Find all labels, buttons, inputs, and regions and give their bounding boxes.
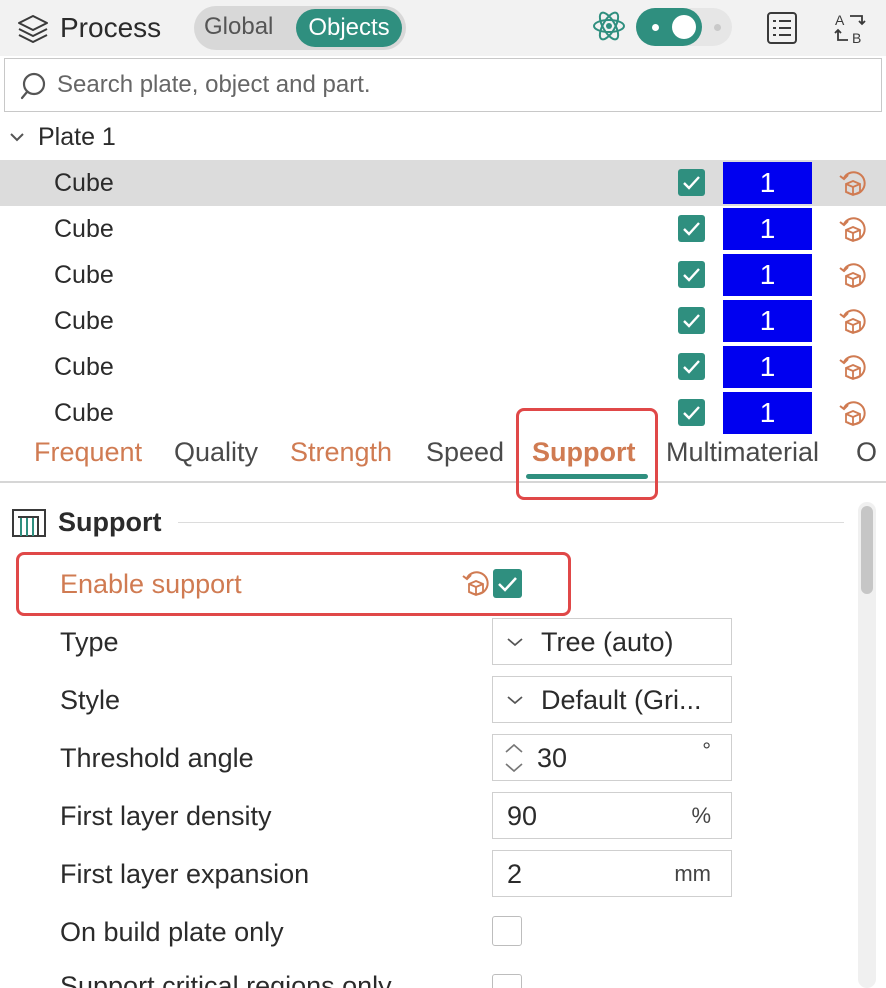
threshold-angle-label: Threshold angle <box>60 743 254 773</box>
plate-tree-item[interactable]: Plate 1 <box>0 116 886 158</box>
support-critical-regions-only-label: Support critical regions only <box>60 971 392 988</box>
object-name: Cube <box>54 169 114 197</box>
on-build-plate-only-checkbox[interactable] <box>492 916 522 946</box>
extruder-badge[interactable]: 1 <box>723 346 812 388</box>
atom-icon[interactable] <box>591 8 627 44</box>
object-row[interactable]: Cube 1 <box>0 252 886 298</box>
tab-frequent[interactable]: Frequent <box>34 434 142 470</box>
extruder-badge[interactable]: 1 <box>723 208 812 250</box>
first-layer-expansion-label: First layer expansion <box>60 859 310 889</box>
object-name: Cube <box>54 261 114 289</box>
object-name: Cube <box>54 353 114 381</box>
first-layer-density-value[interactable]: 90 <box>507 798 537 834</box>
type-label: Type <box>60 627 119 657</box>
check-icon <box>683 360 700 374</box>
object-name: Cube <box>54 399 114 427</box>
section-divider <box>178 522 844 523</box>
object-name: Cube <box>54 215 114 243</box>
object-visible-checkbox[interactable] <box>678 399 705 426</box>
plate-label: Plate 1 <box>38 123 116 151</box>
tab-others[interactable]: O <box>856 434 877 470</box>
extruder-badge[interactable]: 1 <box>723 254 812 296</box>
tab-quality[interactable]: Quality <box>174 434 258 470</box>
scope-segmented-control: Global Objects <box>194 6 406 50</box>
global-tab-button[interactable]: Global <box>204 6 273 50</box>
object-row[interactable]: Cube 1 <box>0 160 886 206</box>
extruder-badge[interactable]: 1 <box>723 300 812 342</box>
process-header: Process Global Objects A B <box>0 0 886 56</box>
first-layer-expansion-input[interactable]: 2 mm <box>492 850 732 897</box>
on-build-plate-only-label: On build plate only <box>60 917 284 947</box>
object-visible-checkbox[interactable] <box>678 169 705 196</box>
threshold-angle-stepper[interactable]: 30 ° <box>492 734 732 781</box>
process-layers-icon <box>18 15 48 43</box>
panel-title: Process <box>60 12 162 43</box>
reset-cube-icon[interactable] <box>838 168 868 198</box>
first-layer-density-label: First layer density <box>60 801 272 831</box>
scrollbar-thumb[interactable] <box>861 506 873 594</box>
check-icon <box>683 314 700 328</box>
object-visible-checkbox[interactable] <box>678 307 705 334</box>
svg-text:B: B <box>852 30 861 46</box>
tab-strength[interactable]: Strength <box>290 434 392 470</box>
object-row[interactable]: Cube 1 <box>0 298 886 344</box>
search-box <box>4 58 882 112</box>
style-label: Style <box>60 685 121 715</box>
ab-swap-icon[interactable]: A B <box>830 8 870 48</box>
check-icon <box>683 176 700 190</box>
type-value: Tree (auto) <box>541 627 674 657</box>
objects-tab-button[interactable]: Objects <box>296 9 402 47</box>
chevron-down-icon <box>507 696 523 705</box>
section-title: Support <box>58 507 162 537</box>
toggle-dot <box>652 24 659 31</box>
object-row[interactable]: Cube 1 <box>0 206 886 252</box>
check-icon <box>683 268 700 282</box>
toggle-knob <box>672 15 696 39</box>
settings-tabs: Frequent Quality Strength Speed Support … <box>0 430 886 480</box>
tab-multimaterial[interactable]: Multimaterial <box>666 434 819 470</box>
spin-arrows-icon[interactable] <box>503 741 525 775</box>
first-layer-expansion-value[interactable]: 2 <box>507 856 522 892</box>
chevron-down-icon[interactable] <box>8 128 26 146</box>
first-layer-density-input[interactable]: 90 % <box>492 792 732 839</box>
object-name: Cube <box>54 307 114 335</box>
style-dropdown[interactable]: Default (Gri... <box>492 676 732 723</box>
reset-cube-icon[interactable] <box>838 352 868 382</box>
support-critical-regions-only-checkbox[interactable] <box>492 974 522 988</box>
reset-cube-icon[interactable] <box>838 214 868 244</box>
object-visible-checkbox[interactable] <box>678 215 705 242</box>
support-section-icon <box>12 509 46 537</box>
check-icon <box>683 406 700 420</box>
settings-panel: Support Enable support Type Tree (auto) … <box>0 484 886 988</box>
reset-cube-icon[interactable] <box>838 306 868 336</box>
first-layer-density-unit: % <box>691 803 711 828</box>
chevron-down-icon <box>507 638 523 647</box>
object-visible-checkbox[interactable] <box>678 261 705 288</box>
advanced-mode-toggle[interactable] <box>636 8 732 46</box>
object-visible-checkbox[interactable] <box>678 353 705 380</box>
tabs-divider <box>0 481 886 483</box>
reset-cube-icon[interactable] <box>838 398 868 428</box>
object-row[interactable]: Cube 1 <box>0 344 886 390</box>
reset-cube-icon[interactable] <box>838 260 868 290</box>
search-input[interactable] <box>57 67 857 103</box>
toggle-dot <box>714 24 721 31</box>
check-icon <box>683 222 700 236</box>
extruder-badge[interactable]: 1 <box>723 162 812 204</box>
svg-text:A: A <box>835 12 845 28</box>
style-value: Default (Gri... <box>541 685 702 715</box>
search-icon <box>20 72 46 100</box>
list-icon[interactable] <box>764 10 800 46</box>
threshold-angle-unit: ° <box>702 738 711 763</box>
tab-speed[interactable]: Speed <box>426 434 504 470</box>
threshold-angle-value[interactable]: 30 <box>537 740 567 776</box>
type-dropdown[interactable]: Tree (auto) <box>492 618 732 665</box>
first-layer-expansion-unit: mm <box>674 861 711 886</box>
extruder-badge[interactable]: 1 <box>723 392 812 434</box>
settings-scrollbar[interactable] <box>858 502 876 988</box>
enable-support-highlight <box>16 552 571 616</box>
